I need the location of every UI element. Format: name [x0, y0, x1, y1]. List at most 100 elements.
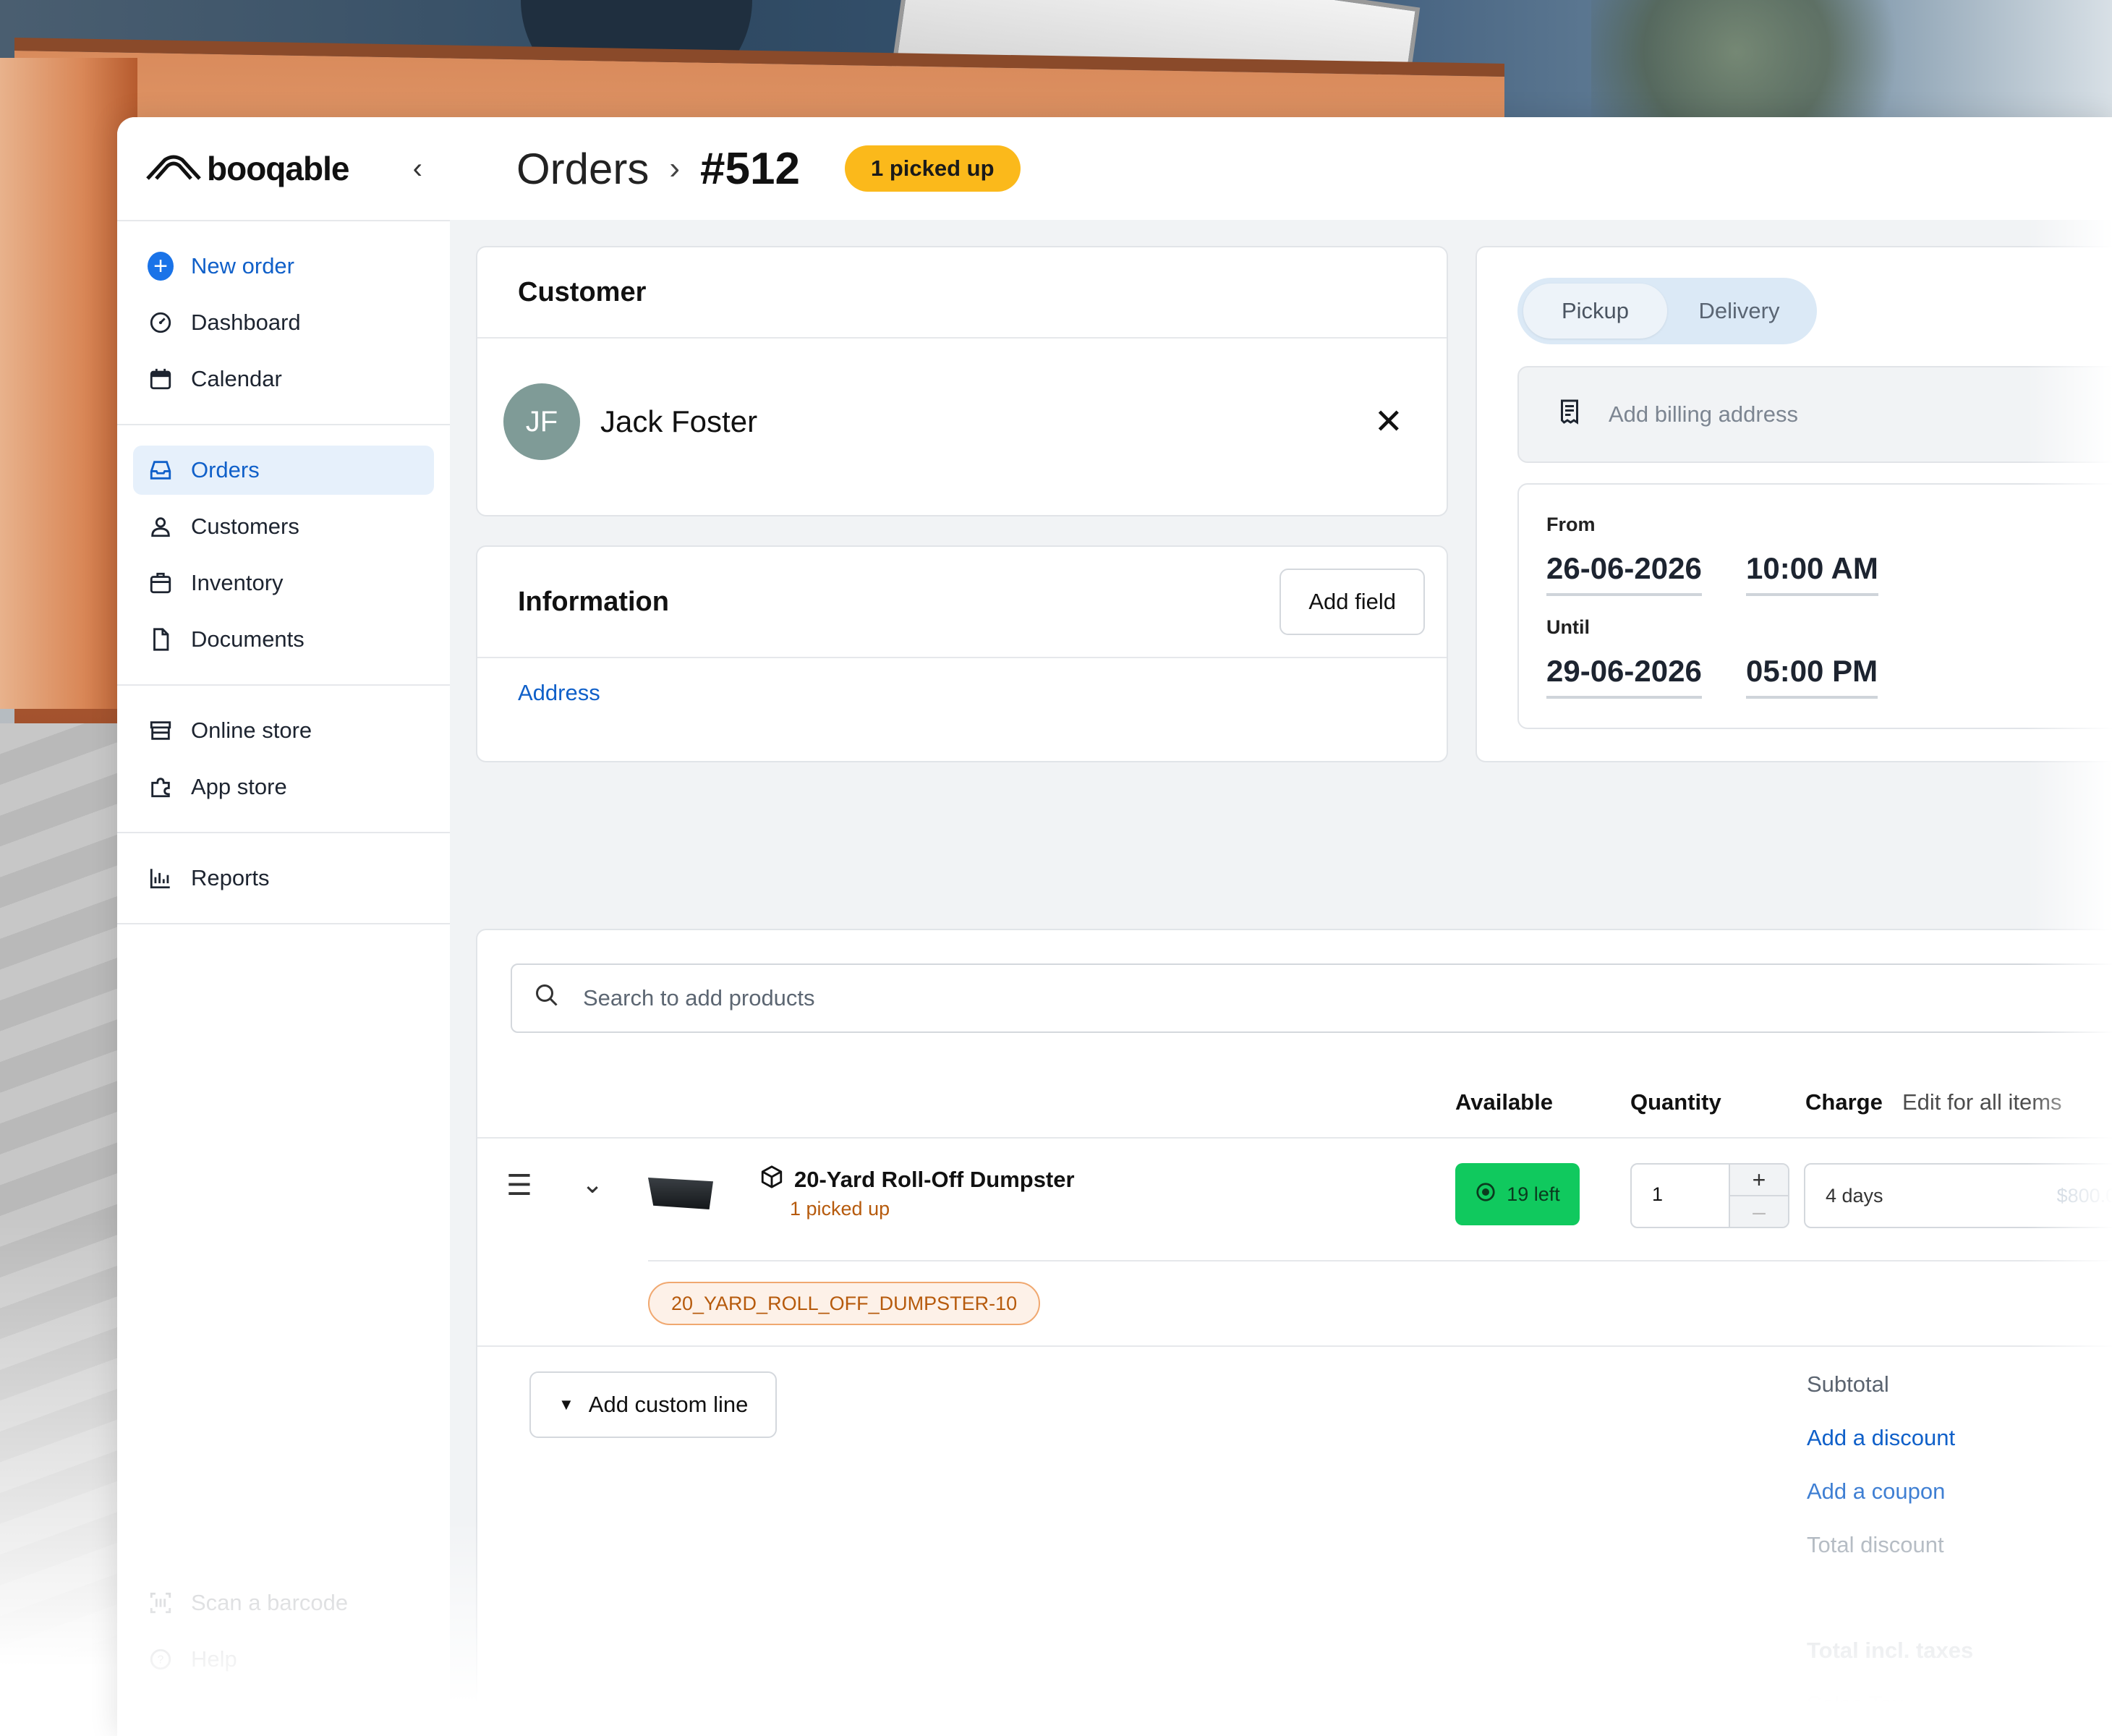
rental-period: From 26-06-2026 10:00 AM Until 29-06-202…	[1517, 483, 2112, 729]
sidebar-item-dashboard[interactable]: Dashboard	[133, 298, 434, 347]
sidebar-item-reports[interactable]: Reports	[133, 854, 434, 903]
sidebar-item-label: Customers	[191, 514, 299, 539]
new-order-button[interactable]: + New order	[133, 242, 434, 291]
nav-group-reports: Reports	[117, 833, 450, 924]
sidebar-item-help[interactable]: ? Help	[133, 1635, 434, 1684]
main-content: Customer JF Jack Foster ✕ Information Ad…	[450, 220, 2112, 1736]
brand-name: booqable	[207, 150, 349, 187]
product-thumbnail	[648, 1178, 713, 1209]
sidebar-item-label: Orders	[191, 457, 260, 482]
product-search-input[interactable]: Search to add products	[511, 963, 2112, 1033]
dashboard-gauge-icon	[148, 310, 174, 336]
decrement-button[interactable]: –	[1729, 1196, 1788, 1227]
receipt-icon	[1557, 399, 1583, 430]
billing-placeholder: Add billing address	[1609, 401, 1798, 427]
add-field-button[interactable]: Add field	[1279, 569, 1425, 635]
from-time-field[interactable]: 10:00 AM	[1746, 551, 1878, 596]
address-link[interactable]: Address	[518, 680, 600, 705]
nav-group-primary: + New order Dashboard Calendar	[117, 221, 450, 425]
until-date-field[interactable]: 29-06-2026	[1546, 654, 1702, 699]
sidebar-item-calendar[interactable]: Calendar	[133, 354, 434, 404]
sidebar-item-label: Online store	[191, 718, 312, 743]
sidebar-item-inventory[interactable]: Inventory	[133, 558, 434, 608]
until-label: Until	[1546, 616, 1590, 638]
chevron-left-icon[interactable]: ‹	[413, 153, 422, 185]
customer-card-header: Customer	[477, 247, 1447, 339]
customer-name[interactable]: Jack Foster	[600, 404, 757, 439]
sidebar-item-scan-barcode[interactable]: Scan a barcode	[133, 1578, 434, 1628]
sidebar-item-label: Dashboard	[191, 310, 301, 335]
information-card-title: Information	[518, 586, 669, 617]
chevron-down-icon[interactable]: ⌄	[582, 1169, 603, 1199]
information-card: Information Add field Address	[476, 545, 1448, 762]
products-table-header: Available Quantity Charge Edit for all i…	[477, 1089, 2112, 1139]
page-title: #512	[700, 143, 800, 194]
sku-tag[interactable]: 20_YARD_ROLL_OFF_DUMPSTER-10	[648, 1282, 1041, 1325]
package-icon	[759, 1165, 784, 1195]
nav-group-orders: Orders Customers Inventory Documents	[117, 425, 450, 686]
page-header: Orders › #512 1 picked up	[450, 117, 2112, 221]
charge-period: 4 days	[1826, 1184, 1883, 1207]
sidebar-item-label: Help	[191, 1646, 237, 1672]
target-icon	[1475, 1181, 1496, 1208]
app-window: booqable ‹ + New order Dashboard Calenda…	[117, 117, 2112, 1736]
column-available: Available	[1455, 1089, 1553, 1115]
add-billing-address-field[interactable]: Add billing address	[1517, 366, 2112, 463]
sidebar-item-orders[interactable]: Orders	[133, 446, 434, 495]
charge-select[interactable]: 4 days $800.00	[1804, 1163, 2112, 1228]
footer-divider	[477, 1345, 2112, 1347]
document-icon	[148, 626, 174, 652]
search-placeholder: Search to add products	[583, 985, 815, 1010]
edit-for-all-items-link[interactable]: Edit for all items	[1902, 1089, 2062, 1115]
availability-badge[interactable]: 19 left	[1455, 1163, 1580, 1225]
close-icon[interactable]: ✕	[1374, 401, 1403, 442]
until-time-field[interactable]: 05:00 PM	[1746, 654, 1878, 699]
calendar-icon	[148, 366, 174, 392]
sidebar-item-app-store[interactable]: App store	[133, 762, 434, 812]
add-coupon-link[interactable]: Add a coupon	[1807, 1478, 1973, 1505]
barcode-scan-icon	[148, 1590, 174, 1616]
sidebar-item-label: App store	[191, 774, 287, 799]
pickup-option[interactable]: Pickup	[1523, 284, 1667, 339]
caret-down-icon: ▼	[558, 1395, 574, 1413]
sidebar-item-online-store[interactable]: Online store	[133, 706, 434, 755]
customer-card: Customer JF Jack Foster ✕	[476, 246, 1448, 516]
breadcrumb-separator: ›	[669, 150, 681, 186]
product-status: 1 picked up	[790, 1198, 890, 1220]
column-charge: Charge	[1805, 1089, 1883, 1115]
add-custom-line-button[interactable]: ▼ Add custom line	[529, 1371, 778, 1438]
help-icon: ?	[148, 1646, 174, 1672]
order-totals: Subtotal Add a discount Add a coupon Tot…	[1807, 1371, 1973, 1736]
drag-handle-icon[interactable]: ☰	[506, 1169, 532, 1202]
breadcrumb-orders[interactable]: Orders	[516, 144, 649, 194]
bar-chart-icon	[148, 865, 174, 891]
inbox-tray-icon	[148, 457, 174, 483]
sidebar-item-label: Documents	[191, 626, 305, 652]
product-name-text: 20-Yard Roll-Off Dumpster	[794, 1167, 1075, 1192]
from-date-field[interactable]: 26-06-2026	[1546, 551, 1702, 596]
delivery-option[interactable]: Delivery	[1667, 284, 1811, 339]
status-badge: 1 picked up	[844, 145, 1021, 192]
add-discount-link[interactable]: Add a discount	[1807, 1425, 1973, 1451]
nav-group-bottom: Scan a barcode ? Help	[133, 1571, 434, 1691]
increment-button[interactable]: +	[1729, 1165, 1788, 1196]
brand-logo[interactable]: booqable	[145, 149, 349, 188]
customer-row[interactable]: JF Jack Foster ✕	[477, 339, 1447, 505]
total-discount-label: Total discount	[1807, 1532, 1944, 1557]
sidebar-item-label: Calendar	[191, 366, 282, 391]
sidebar-item-label: Scan a barcode	[191, 1590, 349, 1615]
availability-text: 19 left	[1507, 1183, 1560, 1205]
box-icon	[148, 570, 174, 596]
sidebar-item-documents[interactable]: Documents	[133, 615, 434, 664]
sidebar-item-customers[interactable]: Customers	[133, 502, 434, 551]
pickup-delivery-toggle: Pickup Delivery	[1517, 278, 1817, 344]
product-name[interactable]: 20-Yard Roll-Off Dumpster	[759, 1165, 1075, 1195]
sidebar-item-label: Inventory	[191, 570, 284, 595]
puzzle-icon	[148, 774, 174, 800]
column-quantity: Quantity	[1630, 1089, 1721, 1115]
quantity-input[interactable]: 1	[1652, 1183, 1663, 1206]
new-order-label: New order	[191, 253, 294, 278]
sidebar-item-label: Reports	[191, 865, 270, 890]
avatar: JF	[503, 383, 580, 460]
plus-circle-icon: +	[148, 252, 174, 281]
